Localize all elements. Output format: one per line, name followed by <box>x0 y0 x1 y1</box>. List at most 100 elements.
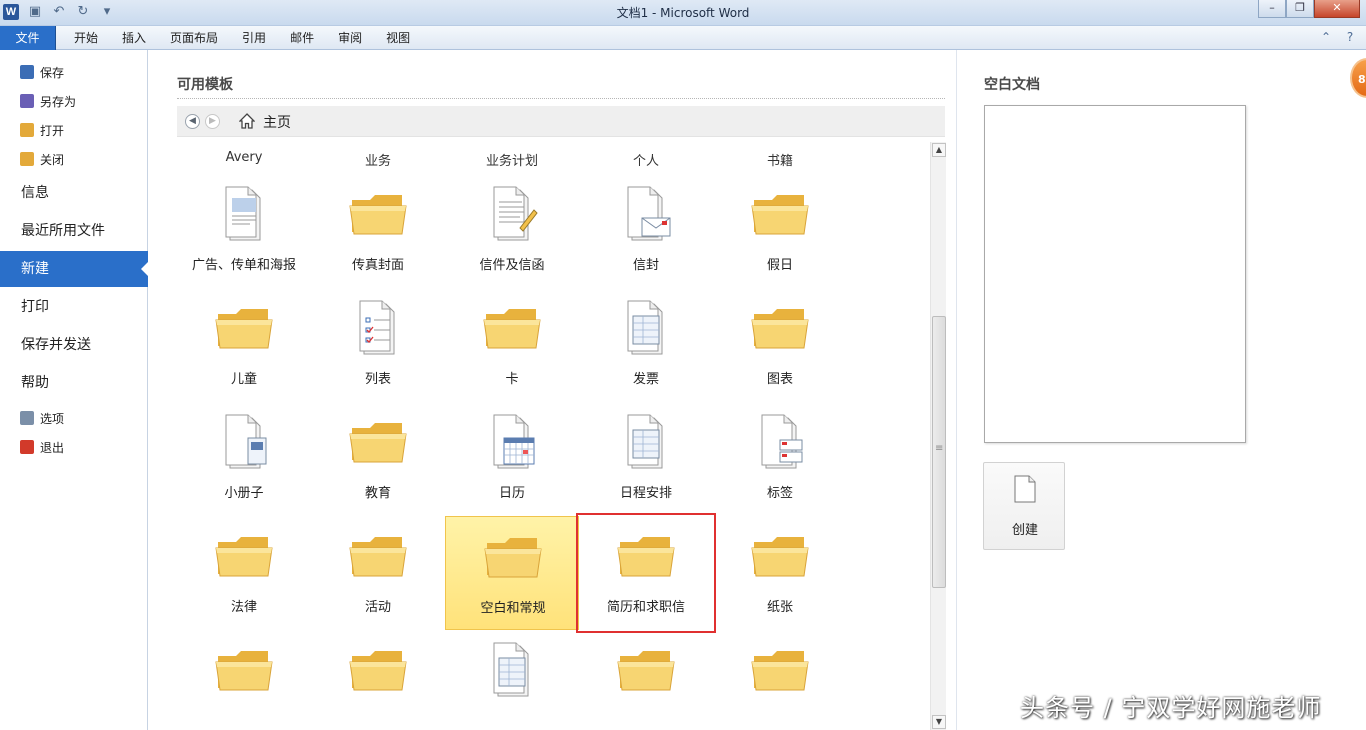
template-tile-label: 图表 <box>766 372 793 387</box>
nav-options[interactable]: 选项 <box>20 407 64 429</box>
tab-review[interactable]: 审阅 <box>326 26 374 50</box>
nav-exit-label: 退出 <box>40 440 65 455</box>
watermark: 头条号 / 宁双学好网施老师 <box>1020 694 1322 722</box>
tab-view[interactable]: 视图 <box>374 26 422 50</box>
create-button[interactable]: 创建 <box>983 462 1065 550</box>
preview-title: 空白文档 <box>984 77 1040 93</box>
close-window-button[interactable]: ✕ <box>1314 0 1360 18</box>
tab-insert[interactable]: 插入 <box>110 26 158 50</box>
template-tile[interactable] <box>311 630 445 730</box>
template-scrollbar[interactable]: ▲ ▼ <box>930 142 946 730</box>
nav-help[interactable]: 帮助 <box>0 365 148 401</box>
blank-document-preview <box>984 105 1246 443</box>
nav-save-send[interactable]: 保存并发送 <box>0 327 148 363</box>
template-tile[interactable] <box>445 630 579 730</box>
template-tile[interactable]: 日程安排 <box>579 402 713 516</box>
template-tile[interactable]: 简历和求职信 <box>576 513 716 633</box>
folder-icon <box>751 195 809 235</box>
ribbon-tab-bar: 文件 开始 插入 页面布局 引用 邮件 审阅 视图 ⌃ ? <box>0 26 1366 50</box>
create-button-label: 创建 <box>1011 523 1038 538</box>
document-schedule-icon <box>627 414 663 469</box>
breadcrumb-home[interactable]: 主页 <box>263 112 291 132</box>
nav-exit[interactable]: 退出 <box>20 436 64 458</box>
template-tile-label: 列表 <box>364 372 391 387</box>
nav-open-label: 打开 <box>40 123 65 138</box>
template-tile[interactable]: 法律 <box>177 516 311 630</box>
template-tile[interactable]: 空白和常规 <box>445 516 579 630</box>
template-tile[interactable]: 传真封面 <box>311 174 445 288</box>
nav-save[interactable]: 保存 <box>20 61 64 83</box>
maximize-button[interactable]: ❐ <box>1286 0 1314 18</box>
tab-mailings[interactable]: 邮件 <box>278 26 326 50</box>
new-document-icon <box>1014 475 1036 503</box>
scroll-down-button[interactable]: ▼ <box>932 715 946 729</box>
template-tile[interactable]: 图表 <box>713 288 847 402</box>
forward-arrow-icon[interactable]: ▶ <box>205 114 220 129</box>
template-tile[interactable]: 标签 <box>713 402 847 516</box>
redo-icon[interactable]: ↻ <box>74 3 92 21</box>
document-invoice-icon <box>627 300 663 355</box>
template-tile[interactable]: 活动 <box>311 516 445 630</box>
back-arrow-icon[interactable]: ◀ <box>185 114 200 129</box>
template-tile[interactable]: 广告、传单和海报 <box>177 174 311 288</box>
tab-page-layout[interactable]: 页面布局 <box>158 26 230 50</box>
collapse-ribbon-icon[interactable]: ⌃ <box>1318 29 1334 45</box>
nav-info[interactable]: 信息 <box>0 175 148 211</box>
template-tile-label: 法律 <box>230 600 257 615</box>
quick-access-toolbar: ▣ ↶ ↻ ▾ <box>26 3 116 21</box>
nav-recent[interactable]: 最近所用文件 <box>0 213 148 249</box>
template-tile[interactable]: 卡 <box>445 288 579 402</box>
template-tile[interactable]: 儿童 <box>177 288 311 402</box>
save-icon <box>20 65 34 79</box>
template-tile[interactable] <box>713 630 847 730</box>
customize-qat-icon[interactable]: ▾ <box>98 3 116 21</box>
template-tile-label: 信封 <box>632 258 659 273</box>
minimize-button[interactable]: – <box>1258 0 1286 18</box>
nav-open[interactable]: 打开 <box>20 119 64 141</box>
template-tile-label: 日程安排 <box>619 486 672 501</box>
undo-icon[interactable]: ↶ <box>50 3 68 21</box>
folder-icon <box>349 195 407 235</box>
category-business-plan[interactable]: 业务计划 <box>445 150 579 169</box>
template-tile[interactable]: 列表 <box>311 288 445 402</box>
folder-icon <box>349 423 407 463</box>
tab-file[interactable]: 文件 <box>0 26 56 50</box>
template-tile[interactable]: 小册子 <box>177 402 311 516</box>
folder-icon <box>215 537 273 577</box>
folder-icon <box>215 309 273 349</box>
help-icon[interactable]: ? <box>1342 29 1358 45</box>
tab-home[interactable]: 开始 <box>62 26 110 50</box>
nav-new[interactable]: 新建 <box>0 251 149 287</box>
template-tile[interactable]: 信封 <box>579 174 713 288</box>
tab-references[interactable]: 引用 <box>230 26 278 50</box>
notification-badge[interactable]: 82 <box>1350 58 1366 98</box>
category-avery[interactable]: Avery <box>177 150 311 165</box>
template-tile[interactable] <box>177 630 311 730</box>
template-tile[interactable]: 信件及信函 <box>445 174 579 288</box>
category-business[interactable]: 业务 <box>311 150 445 169</box>
nav-close[interactable]: 关闭 <box>20 148 64 170</box>
nav-close-label: 关闭 <box>40 152 65 167</box>
template-tile-label: 教育 <box>364 486 391 501</box>
template-tile-label: 假日 <box>766 258 793 273</box>
scroll-up-button[interactable]: ▲ <box>932 143 946 157</box>
template-tile[interactable]: 假日 <box>713 174 847 288</box>
category-books[interactable]: 书籍 <box>713 150 847 169</box>
template-tile[interactable]: 教育 <box>311 402 445 516</box>
save-icon[interactable]: ▣ <box>26 3 44 21</box>
document-poster-icon <box>225 186 261 241</box>
title-bar: W ▣ ↶ ↻ ▾ 文档1 - Microsoft Word – ❐ ✕ <box>0 0 1366 26</box>
nav-save-as[interactable]: 另存为 <box>20 90 76 112</box>
template-tile-label: 简历和求职信 <box>606 600 685 615</box>
word-app-icon[interactable]: W <box>3 4 19 20</box>
template-tile[interactable]: 发票 <box>579 288 713 402</box>
home-icon[interactable] <box>239 113 255 129</box>
nav-print[interactable]: 打印 <box>0 289 148 325</box>
template-tile[interactable]: 纸张 <box>713 516 847 630</box>
category-personal[interactable]: 个人 <box>579 150 713 169</box>
template-tile[interactable]: 日历 <box>445 402 579 516</box>
folder-icon <box>484 538 542 578</box>
template-tile[interactable] <box>579 630 713 730</box>
scroll-thumb[interactable] <box>932 316 946 588</box>
folder-icon <box>215 651 273 691</box>
